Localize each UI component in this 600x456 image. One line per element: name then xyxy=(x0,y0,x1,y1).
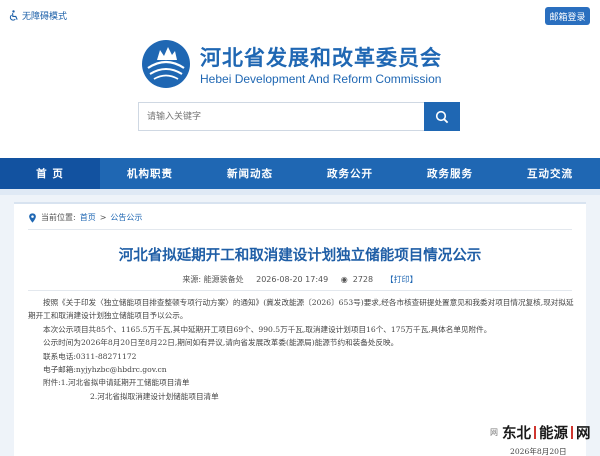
nav-item-interaction[interactable]: 互动交流 xyxy=(500,158,600,189)
nav-item-home[interactable]: 首 页 xyxy=(0,158,100,189)
nav-item-institution[interactable]: 机构职责 xyxy=(100,158,200,189)
site-brand[interactable]: 河北省发展和改革委员会 Hebei Development And Reform… xyxy=(140,36,480,94)
accessibility-mode-link[interactable]: 无障碍模式 xyxy=(8,9,67,22)
search-box xyxy=(138,102,460,131)
contact-phone: 联系电话:0311-88271172 xyxy=(43,351,137,361)
article-title: 河北省拟延期开工和取消建设计划独立储能项目情况公示 xyxy=(118,248,482,264)
breadcrumb: 当前位置: 首页 > 公告公示 xyxy=(28,212,142,223)
location-pin-icon xyxy=(29,212,36,223)
breadcrumb-divider xyxy=(28,229,572,230)
article-body: 按照《关于印发〈独立储能项目排查整顿专项行动方案〉的通知》(冀发改能源〔2026… xyxy=(28,296,578,403)
article-paragraph: 按照《关于印发〈独立储能项目排查整顿专项行动方案〉的通知》(冀发改能源〔2026… xyxy=(28,298,574,321)
search-input[interactable] xyxy=(138,102,424,131)
search-icon xyxy=(435,110,449,123)
article-meta: 来源: 能源装备处 2026-08-20 17:49 ◉ 2728 【打印】 xyxy=(14,274,586,285)
article-views: 2728 xyxy=(352,275,374,284)
source-watermark: 网 东北 能源 网 xyxy=(490,422,591,443)
nav-item-gov-info[interactable]: 政务公开 xyxy=(300,158,400,189)
article-paragraph: 公示时间为2026年8月20日至8月22日,期间如有异议,请向省发展改革委(能源… xyxy=(43,338,399,348)
article-footer-date: 2026年8月20日 xyxy=(510,447,567,456)
site-name-cn: 河北省发展和改革委员会 xyxy=(200,46,442,70)
accessibility-label: 无障碍模式 xyxy=(22,12,68,22)
meta-divider xyxy=(28,290,572,291)
breadcrumb-section-link[interactable]: 公告公示 xyxy=(110,212,142,223)
print-link[interactable]: 【打印】 xyxy=(386,275,418,284)
breadcrumb-separator: > xyxy=(99,213,107,222)
watermark-text-c: 网 xyxy=(576,426,591,442)
article-panel: 当前位置: 首页 > 公告公示 河北省拟延期开工和取消建设计划独立储能项目情况公… xyxy=(14,202,586,456)
site-name-en: Hebei Development And Reform Commission xyxy=(200,72,442,86)
wheelchair-icon xyxy=(9,10,18,21)
watermark-separator xyxy=(534,426,536,439)
mail-login-button[interactable]: 邮箱登录 xyxy=(545,7,590,25)
watermark-text-b: 能源 xyxy=(539,426,568,442)
hebei-drc-logo-icon xyxy=(142,40,190,88)
breadcrumb-home-link[interactable]: 首页 xyxy=(80,212,96,223)
nav-item-gov-service[interactable]: 政务服务 xyxy=(400,158,500,189)
watermark-mark: 网 xyxy=(490,428,498,437)
top-bar: 无障碍模式 邮箱登录 xyxy=(0,0,600,30)
article-paragraph: 本次公示项目共85个、1165.5万千瓦,其中延期开工项目69个、990.5万千… xyxy=(43,324,492,334)
attachment-link-2[interactable]: 2.河北省拟取消建设计划储能项目清单 xyxy=(28,390,578,403)
nav-item-news[interactable]: 新闻动态 xyxy=(200,158,300,189)
contact-email: 电子邮箱:nyjyhzbc@hbdrc.gov.cn xyxy=(43,365,167,375)
main-nav: 首 页 机构职责 新闻动态 政务公开 政务服务 互动交流 xyxy=(0,158,600,189)
search-button[interactable] xyxy=(424,102,460,131)
view-count-icon: ◉ xyxy=(340,275,348,284)
attachment-link-1[interactable]: 附件:1.河北省拟申请延期开工储能项目清单 xyxy=(28,376,578,389)
watermark-text-a: 东北 xyxy=(502,426,531,442)
watermark-separator xyxy=(571,426,573,439)
article-source: 来源: 能源装备处 xyxy=(182,275,244,284)
breadcrumb-prefix: 当前位置: xyxy=(41,213,76,222)
article-datetime: 2026-08-20 17:49 xyxy=(256,275,329,284)
